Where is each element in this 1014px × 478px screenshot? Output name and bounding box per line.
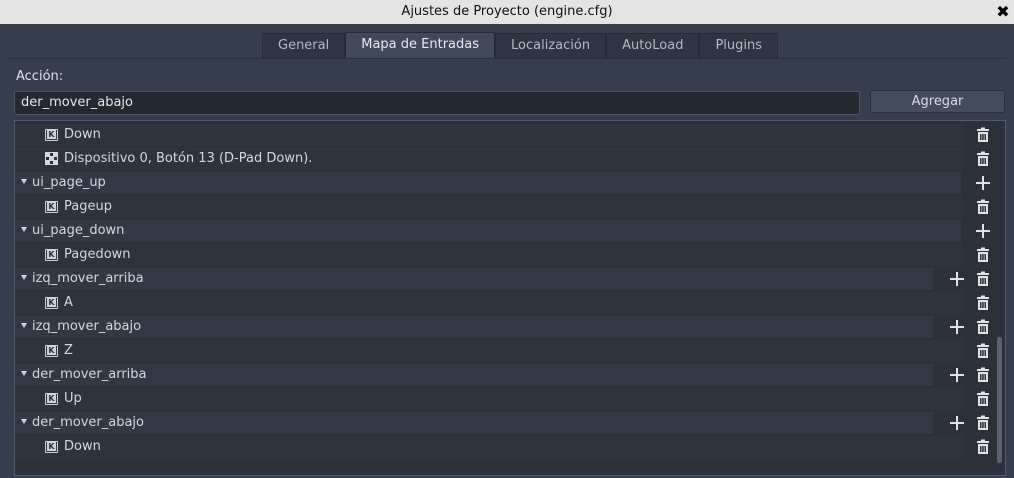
row-background [15,316,933,338]
event-row[interactable]: A [15,291,993,315]
action-name: der_mover_arriba [32,367,147,382]
collapse-arrow-icon[interactable] [21,275,27,280]
keyboard-icon [45,441,58,453]
action-row[interactable]: der_mover_abajo [15,411,993,435]
tab-input-map[interactable]: Mapa de Entradas [345,32,496,58]
action-label: Acción: [16,69,64,84]
delete-event-icon[interactable] [975,127,991,143]
row-background [15,292,963,314]
action-row[interactable]: izq_mover_abajo [15,315,993,339]
action-name-input[interactable]: der_mover_abajo [14,91,860,115]
row-background [15,172,961,194]
row-background [15,412,933,434]
row-background [15,244,963,266]
event-row[interactable]: Down [15,123,993,147]
project-settings-panel: General Mapa de Entradas Localización Au… [0,24,1014,478]
collapse-arrow-icon[interactable] [21,419,27,424]
event-label: A [64,295,73,310]
collapse-arrow-icon[interactable] [21,179,27,184]
delete-event-icon[interactable] [975,199,991,215]
event-row[interactable]: Up [15,387,993,411]
add-event-icon[interactable] [975,223,991,239]
event-label: Down [64,439,101,454]
event-label: Dispositivo 0, Botón 13 (D-Pad Down). [64,151,313,166]
action-row[interactable]: der_mover_arriba [15,363,993,387]
row-background [15,436,963,458]
action-name: izq_mover_abajo [32,319,142,334]
add-event-icon[interactable] [949,271,965,287]
event-row[interactable]: Pagedown [15,243,993,267]
row-background [15,220,961,242]
action-row[interactable]: ui_page_down [15,219,993,243]
keyboard-icon [45,201,58,213]
add-event-icon[interactable] [949,319,965,335]
collapse-arrow-icon[interactable] [21,371,27,376]
window-titlebar: Ajustes de Proyecto (engine.cfg) ✖ [0,0,1014,24]
event-row[interactable]: Dispositivo 0, Botón 13 (D-Pad Down). [15,147,993,171]
add-event-icon[interactable] [949,367,965,383]
row-background [15,364,933,386]
action-row[interactable]: ui_page_up [15,171,993,195]
keyboard-icon [45,249,58,261]
event-row[interactable]: Pageup [15,195,993,219]
delete-event-icon[interactable] [975,247,991,263]
input-map-tree[interactable]: Down Dispositivo 0, Botón 13 (D-Pad Down)… [14,120,1006,476]
keyboard-icon [45,393,58,405]
add-event-icon[interactable] [949,415,965,431]
collapse-arrow-icon[interactable] [21,227,27,232]
event-label: Z [64,343,73,358]
action-name: der_mover_abajo [32,415,144,430]
delete-action-icon[interactable] [975,319,991,335]
delete-action-icon[interactable] [975,367,991,383]
delete-action-icon[interactable] [975,271,991,287]
close-icon[interactable]: ✖ [995,0,1011,24]
tab-general[interactable]: General [262,33,346,58]
keyboard-icon [45,345,58,357]
row-background [15,196,963,218]
tab-divider [8,58,1006,59]
tab-localization[interactable]: Localización [495,33,607,58]
delete-action-icon[interactable] [975,415,991,431]
event-row[interactable]: Z [15,339,993,363]
collapse-arrow-icon[interactable] [21,323,27,328]
keyboard-icon [45,129,58,141]
action-name: izq_mover_arriba [32,271,144,286]
tab-bar: General Mapa de Entradas Localización Au… [262,32,779,58]
event-label: Pagedown [64,247,131,262]
tab-autoload[interactable]: AutoLoad [606,33,700,58]
delete-event-icon[interactable] [975,391,991,407]
add-event-icon[interactable] [975,175,991,191]
row-background [15,340,963,362]
action-name: ui_page_down [32,223,125,238]
tab-plugins[interactable]: Plugins [699,33,779,58]
delete-event-icon[interactable] [975,439,991,455]
keyboard-icon [45,297,58,309]
window-title: Ajustes de Proyecto (engine.cfg) [401,4,613,19]
event-label: Pageup [64,199,112,214]
event-label: Down [64,127,101,142]
event-label: Up [64,391,82,406]
action-name: ui_page_up [32,175,106,190]
row-background [15,124,963,146]
joypad-icon [45,152,58,165]
row-background [15,388,963,410]
delete-event-icon[interactable] [975,151,991,167]
delete-event-icon[interactable] [975,343,991,359]
add-action-button[interactable]: Agregar [870,90,1005,113]
tree-scrollbar[interactable] [997,337,1002,463]
delete-event-icon[interactable] [975,295,991,311]
row-background [15,268,933,290]
action-row[interactable]: izq_mover_arriba [15,267,993,291]
event-row[interactable]: Down [15,435,993,459]
